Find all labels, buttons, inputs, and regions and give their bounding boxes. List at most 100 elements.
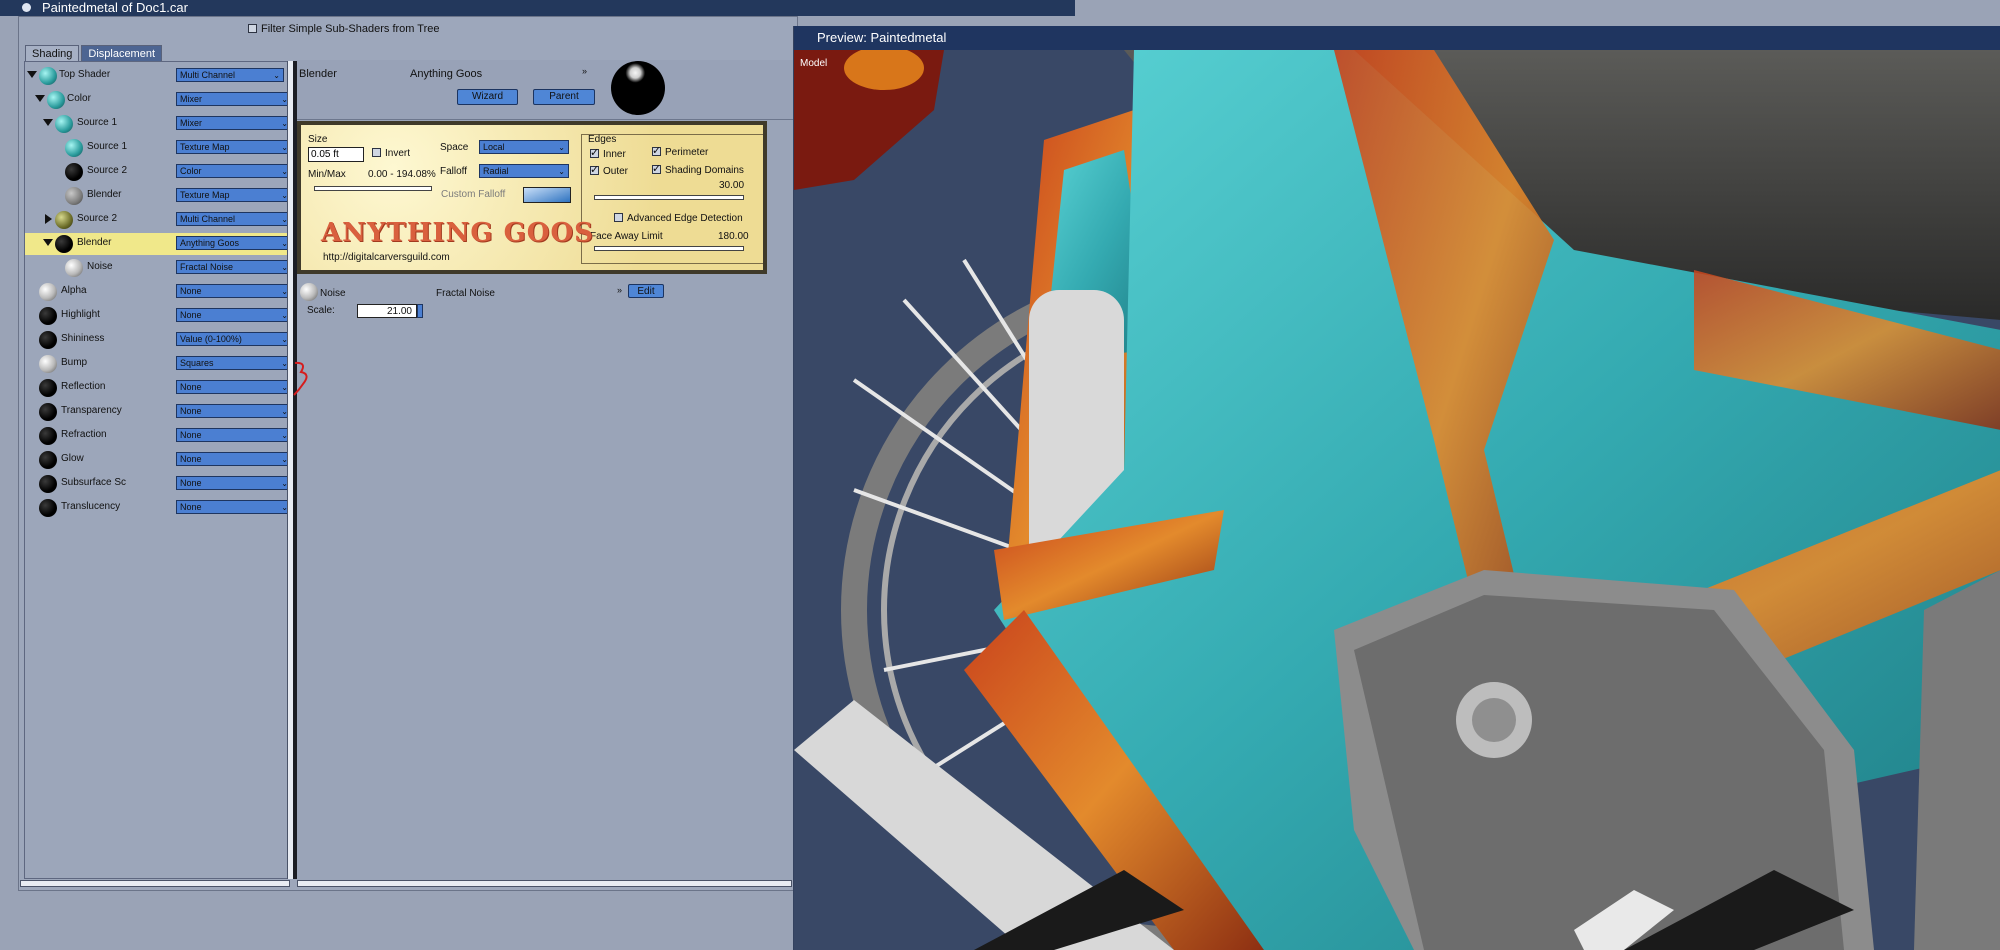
dropdown-value: Texture Map bbox=[180, 190, 230, 200]
tree-row-glow[interactable]: Glow None ⌄ bbox=[25, 449, 292, 471]
tree-row-bump[interactable]: Bump Squares ⌄ bbox=[25, 353, 292, 375]
dropdown-value: None bbox=[180, 406, 202, 416]
tree-row-highlight[interactable]: Highlight None ⌄ bbox=[25, 305, 292, 327]
shader-type-dropdown[interactable]: Color ⌄ bbox=[176, 164, 292, 178]
shader-type-dropdown[interactable]: Multi Channel ⌄ bbox=[176, 68, 284, 82]
tree-row-top-shader[interactable]: Top Shader Multi Channel⌄ ▤ bbox=[25, 65, 303, 87]
collapse-arrow-icon[interactable] bbox=[27, 71, 37, 78]
shading-domains-checkbox-row[interactable]: Shading Domains bbox=[652, 162, 744, 176]
anything-goos-panel: Size Invert Min/Max 0.00 - 194.08% Space… bbox=[297, 121, 767, 274]
tree-label: Glow bbox=[61, 453, 84, 464]
tree-row-source-2[interactable]: Source 2 Multi Channel ⌄ bbox=[25, 209, 292, 231]
shader-type-dropdown[interactable]: None ⌄ bbox=[176, 428, 292, 442]
tree-horizontal-scrollbar[interactable] bbox=[20, 880, 290, 887]
edit-button[interactable]: Edit bbox=[628, 284, 664, 298]
shader-type-dropdown[interactable]: Mixer ⌄ bbox=[176, 116, 292, 130]
scale-stepper[interactable] bbox=[417, 304, 423, 318]
render-viewport[interactable] bbox=[794, 50, 2000, 950]
collapse-arrow-icon[interactable] bbox=[35, 95, 45, 102]
tab-shading[interactable]: Shading bbox=[25, 45, 80, 62]
shader-type-dropdown[interactable]: Texture Map ⌄ bbox=[176, 188, 292, 202]
shader-preview-ball-icon bbox=[55, 115, 73, 133]
tree-row-color[interactable]: Color Mixer ⌄ bbox=[25, 89, 292, 111]
edges-slider[interactable] bbox=[594, 195, 744, 200]
shader-type-dropdown[interactable]: None ⌄ bbox=[176, 476, 292, 490]
tree-row-blender-selected[interactable]: Blender Anything Goos ⌄ bbox=[25, 233, 292, 255]
inner-checkbox-row[interactable]: Inner bbox=[590, 146, 626, 160]
shader-type-dropdown[interactable]: None ⌄ bbox=[176, 308, 292, 322]
shading-domains-checkbox[interactable] bbox=[652, 162, 661, 175]
face-away-slider[interactable] bbox=[594, 246, 744, 251]
falloff-dropdown[interactable]: Radial ⌄ bbox=[479, 164, 569, 178]
filter-checkbox-row[interactable]: Filter Simple Sub-Shaders from Tree bbox=[248, 23, 440, 35]
size-label: Size bbox=[308, 134, 328, 145]
tree-label: Refraction bbox=[61, 429, 107, 440]
shader-preview-ball-icon bbox=[39, 427, 57, 445]
shader-type-dropdown[interactable]: None ⌄ bbox=[176, 404, 292, 418]
shader-preview-ball-icon bbox=[39, 67, 57, 85]
inner-checkbox[interactable] bbox=[590, 146, 599, 159]
invert-checkbox-row[interactable]: Invert bbox=[372, 148, 410, 159]
outer-checkbox-row[interactable]: Outer bbox=[590, 163, 628, 177]
window-title: Paintedmetal of Doc1.car bbox=[42, 0, 188, 15]
shader-type-dropdown[interactable]: Squares ⌄ bbox=[176, 356, 292, 370]
dropdown-value: Anything Goos bbox=[180, 238, 240, 248]
collapse-arrow-icon[interactable] bbox=[43, 119, 53, 126]
dropdown-value: None bbox=[180, 454, 202, 464]
perimeter-checkbox-row[interactable]: Perimeter bbox=[652, 144, 708, 158]
tree-row-blender-texture[interactable]: Blender Texture Map ⌄ bbox=[25, 185, 292, 207]
expand-arrow-icon[interactable] bbox=[45, 214, 52, 224]
scale-label: Scale: bbox=[307, 305, 335, 316]
shader-type-dropdown[interactable]: Multi Channel ⌄ bbox=[176, 212, 292, 226]
custom-falloff-swatch[interactable] bbox=[523, 187, 571, 203]
tree-row-shininess[interactable]: Shininess Value (0-100%) ⌄ bbox=[25, 329, 292, 351]
shader-type-dropdown[interactable]: None ⌄ bbox=[176, 452, 292, 466]
shader-preview-ball-icon bbox=[39, 475, 57, 493]
guild-url-link[interactable]: http://digitalcarversguild.com bbox=[323, 252, 450, 263]
shader-type-dropdown[interactable]: None ⌄ bbox=[176, 380, 292, 394]
tree-row-reflection[interactable]: Reflection None ⌄ bbox=[25, 377, 292, 399]
tab-displacement[interactable]: Displacement bbox=[81, 45, 163, 62]
shader-type-dropdown[interactable]: None ⌄ bbox=[176, 500, 292, 514]
editor-horizontal-scrollbar[interactable] bbox=[297, 880, 792, 887]
noise-menu-chevron-icon[interactable]: » bbox=[617, 285, 622, 295]
shader-type-dropdown[interactable]: Value (0-100%) ⌄ bbox=[176, 332, 292, 346]
shader-type-dropdown[interactable]: Anything Goos ⌄ bbox=[176, 236, 292, 250]
space-dropdown[interactable]: Local ⌄ bbox=[479, 140, 569, 154]
tree-row-noise[interactable]: Noise Fractal Noise ⌄ bbox=[25, 257, 292, 279]
advanced-edge-checkbox-row[interactable]: Advanced Edge Detection bbox=[614, 213, 743, 224]
window-menu-icon[interactable] bbox=[22, 3, 31, 12]
tree-row-source-1-texture[interactable]: Source 1 Texture Map ⌄ bbox=[25, 137, 292, 159]
shader-type-dropdown[interactable]: Mixer ⌄ bbox=[176, 92, 292, 106]
shader-type-dropdown[interactable]: Texture Map ⌄ bbox=[176, 140, 292, 154]
tree-label: Source 2 bbox=[77, 213, 118, 224]
shader-type-dropdown[interactable]: None ⌄ bbox=[176, 284, 292, 298]
tree-row-source-2-color[interactable]: Source 2 Color ⌄ bbox=[25, 161, 292, 183]
scale-input[interactable]: 21.00 bbox=[357, 304, 417, 318]
advanced-edge-checkbox[interactable] bbox=[614, 213, 623, 222]
tree-row-alpha[interactable]: Alpha None ⌄ bbox=[25, 281, 292, 303]
filter-checkbox[interactable] bbox=[248, 24, 257, 33]
wizard-button[interactable]: Wizard bbox=[457, 89, 518, 105]
shader-preview-sphere bbox=[611, 61, 665, 115]
tree-label: Alpha bbox=[61, 285, 87, 296]
shader-menu-chevron-icon[interactable]: » bbox=[582, 66, 587, 76]
shader-preview-ball-icon bbox=[55, 235, 73, 253]
tree-row-refraction[interactable]: Refraction None ⌄ bbox=[25, 425, 292, 447]
invert-checkbox[interactable] bbox=[372, 148, 381, 157]
shader-type-dropdown[interactable]: Fractal Noise ⌄ bbox=[176, 260, 292, 274]
tree-label: Translucency bbox=[61, 501, 121, 512]
minmax-slider[interactable] bbox=[314, 186, 432, 191]
collapse-arrow-icon[interactable] bbox=[43, 239, 53, 246]
tree-row-source-1[interactable]: Source 1 Mixer ⌄ bbox=[25, 113, 292, 135]
render-mode-label[interactable]: Model bbox=[800, 58, 827, 69]
red-annotation-mark bbox=[293, 361, 308, 396]
shader-preview-ball-icon bbox=[55, 211, 73, 229]
tree-row-transparency[interactable]: Transparency None ⌄ bbox=[25, 401, 292, 423]
tree-row-subsurface[interactable]: Subsurface Sc None ⌄ bbox=[25, 473, 292, 495]
perimeter-checkbox[interactable] bbox=[652, 144, 661, 157]
tree-row-translucency[interactable]: Translucency None ⌄ bbox=[25, 497, 292, 519]
outer-checkbox[interactable] bbox=[590, 163, 599, 176]
parent-button[interactable]: Parent bbox=[533, 89, 595, 105]
size-input[interactable] bbox=[308, 147, 364, 162]
